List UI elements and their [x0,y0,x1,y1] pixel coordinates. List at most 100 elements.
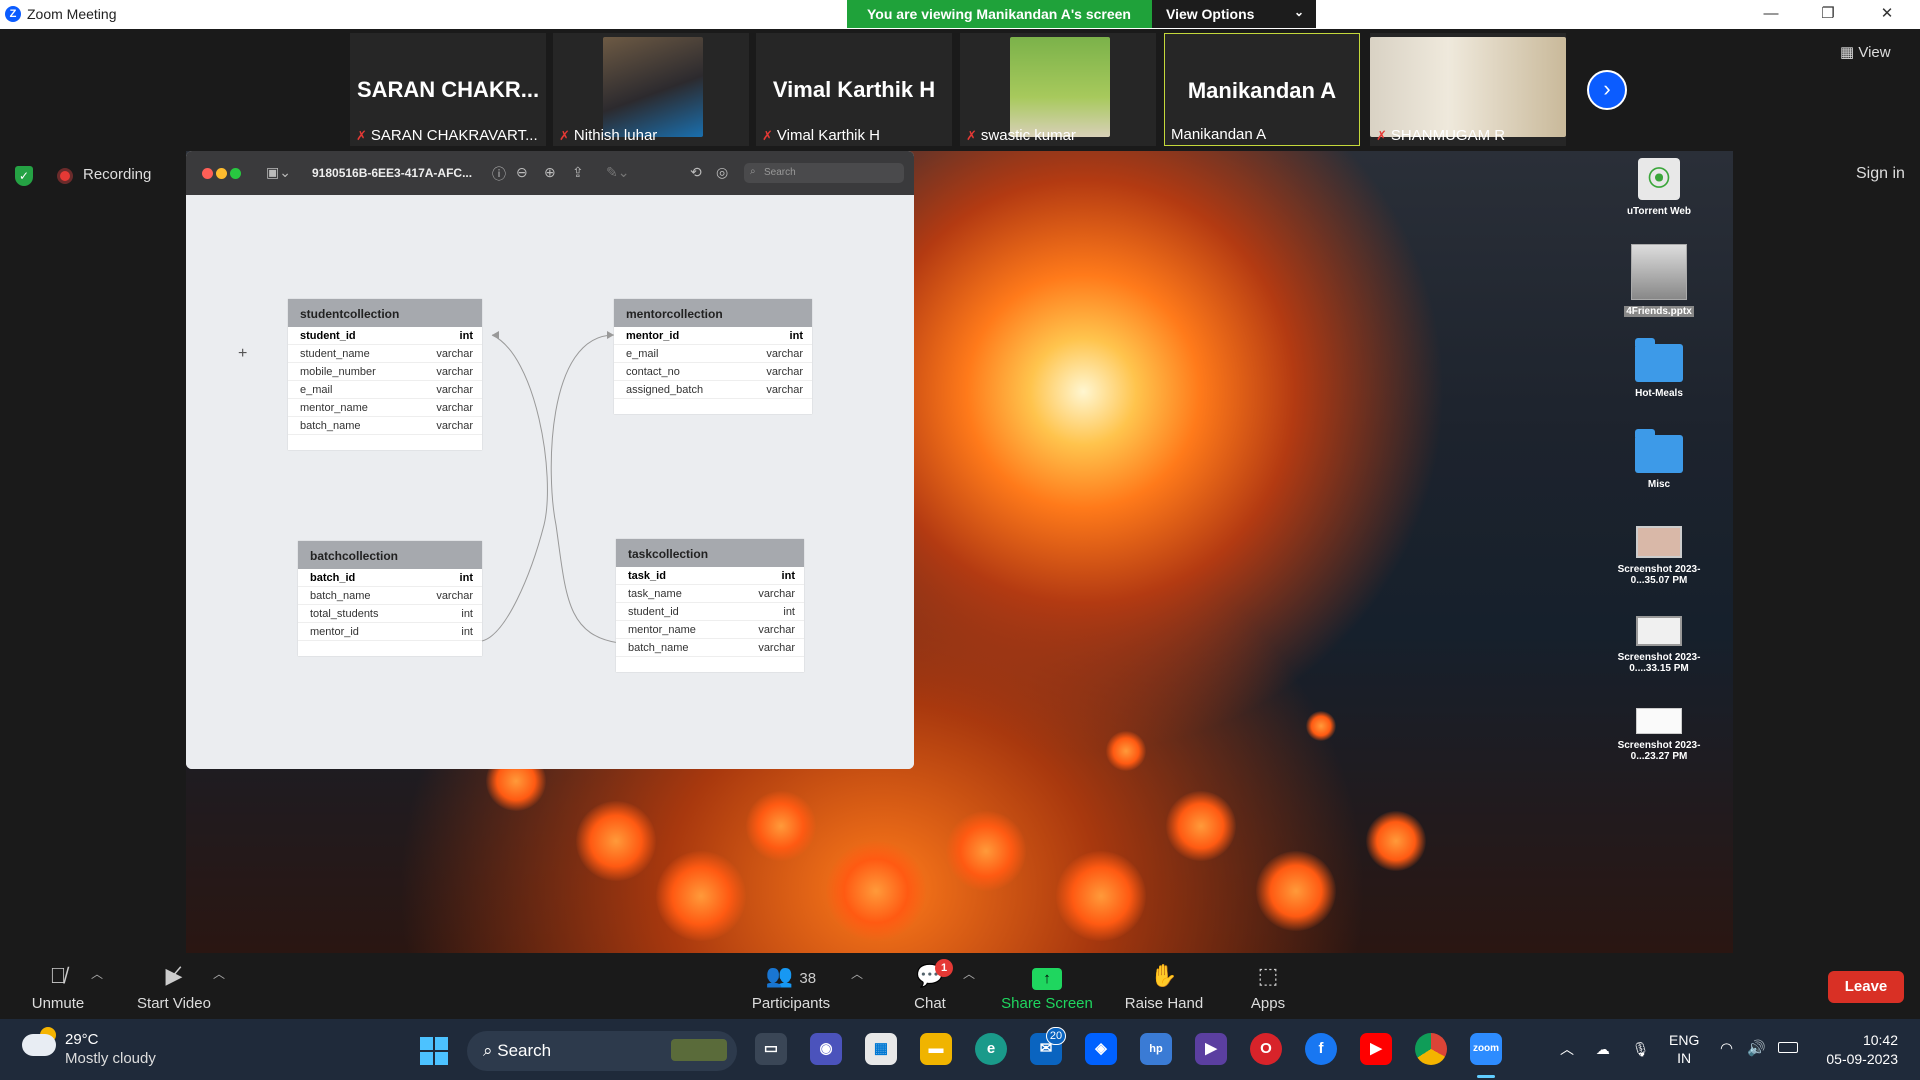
erd-row: batch_name varchar [298,587,482,605]
desktop-icon-screenshot[interactable]: Screenshot 2023-0...35.07 PM [1613,526,1705,586]
sign-in-link[interactable]: Sign in [1856,165,1905,183]
sidebar-toggle-icon[interactable]: ▣⌄ [266,164,291,181]
zoom-logo-icon: Z [5,6,21,22]
erd-type: varchar [436,384,473,396]
erd-table-title: studentcollection [288,299,482,327]
annotate-icon[interactable]: ◎ [716,164,728,181]
dropbox-icon[interactable]: ◈ [1085,1033,1117,1065]
close-dot-icon[interactable] [202,168,213,179]
minimize-dot-icon[interactable] [216,168,227,179]
desktop-icon-screenshot[interactable]: Screenshot 2023-0...23.27 PM [1613,708,1705,762]
share-icon[interactable]: ⇪ [572,164,584,181]
desktop-icon-utorrent[interactable]: ⦿ uTorrent Web [1613,158,1705,217]
restore-window-button[interactable]: ❐ [1808,3,1848,25]
participant-photo [1370,37,1566,137]
youtube-icon[interactable]: ▶ [1360,1033,1392,1065]
chevron-down-icon: ⌄ [1293,5,1304,19]
zoom-in-icon[interactable]: ⊕ [544,164,556,181]
microphone-icon[interactable]: 🎙 [1632,1041,1650,1057]
markup-pen-icon[interactable]: ✎⌄ [606,164,629,181]
microsoft-store-icon[interactable]: ▦ [865,1033,897,1065]
erd-table-mentorcollection[interactable]: mentorcollection mentor_id int e_mail varc… [614,299,812,414]
onedrive-cloud-icon[interactable]: ☁ [1596,1041,1610,1057]
rotate-icon[interactable]: ⟲ [690,164,702,181]
erd-row: task_name varchar [616,585,804,603]
start-video-button[interactable]: ▶̸ Start Video [134,963,214,1012]
zoom-dot-icon[interactable] [230,168,241,179]
minimize-window-button[interactable]: — [1751,3,1791,25]
battery-icon[interactable] [1778,1042,1798,1053]
erd-table-studentcollection[interactable]: studentcollection student_id int student_… [288,299,482,450]
erd-type: varchar [436,420,473,432]
audio-options-chevron-icon[interactable]: ︿ [91,965,103,982]
participant-tile[interactable]: ✗ Nithish luhar [553,33,749,146]
desktop-icon-screenshot[interactable]: Screenshot 2023-0....33.15 PM [1613,616,1705,674]
erd-row: student_id int [616,603,804,621]
erd-canvas: + studentcollection student_id int studen… [186,195,914,769]
participants-button[interactable]: 👥 38 Participants [748,963,834,1012]
view-button[interactable]: ▦ View [1840,43,1891,61]
taskbar-search[interactable]: ⌕ Search [467,1031,737,1071]
meeting-controls: 🎙̸ Unmute ︿ ▶̸ Start Video ︿ 👥 38 Partic… [0,953,1920,1019]
preview-search-input[interactable]: ⌕ Search [744,163,904,183]
erd-table-taskcollection[interactable]: taskcollection task_id int task_name varch… [616,539,804,672]
windows-start-icon[interactable] [420,1037,448,1065]
link-mentor-task [550,334,620,644]
participant-label: ✗ SHANMUGAM R [1376,127,1505,144]
view-label: View [1858,44,1891,61]
volume-icon[interactable]: 🔊 [1747,1039,1766,1057]
erd-table-batchcollection[interactable]: batchcollection batch_id int batch_name va… [298,541,482,656]
participant-name: swastic kumar [980,127,1076,144]
participants-chevron-icon[interactable]: ︿ [851,965,863,982]
facebook-icon[interactable]: f [1305,1033,1337,1065]
next-participants-arrow-icon[interactable]: › [1587,70,1627,110]
leave-button[interactable]: Leave [1828,971,1904,1003]
edge-browser-icon[interactable]: e [975,1033,1007,1065]
erd-type: varchar [758,642,795,654]
erd-field: mentor_id [626,330,680,342]
wifi-icon[interactable]: ◠ [1720,1039,1733,1057]
erd-table-title: mentorcollection [614,299,812,327]
bokeh-light [1106,731,1146,771]
erd-row: total_students int [298,605,482,623]
desktop-icon-folder[interactable]: Misc [1613,429,1705,490]
desktop-icon-pptx[interactable]: 4Friends.pptx [1613,244,1705,317]
participant-name: Nithish luhar [573,127,658,144]
participant-tile[interactable]: Vimal Karthik H ✗ Vimal Karthik H [756,33,952,146]
opera-icon[interactable]: O [1250,1033,1282,1065]
zoom-taskbar-icon[interactable]: zoom [1470,1033,1502,1065]
close-window-button[interactable]: ✕ [1867,3,1907,25]
video-options-chevron-icon[interactable]: ︿ [213,965,225,982]
teams-chat-icon[interactable]: ◉ [810,1033,842,1065]
show-hidden-icons-chevron-icon[interactable]: ︿ [1560,1041,1574,1057]
app-icon[interactable]: ▶ [1195,1033,1227,1065]
security-shield-icon[interactable]: ✓ [15,166,33,186]
unmute-button[interactable]: 🎙̸ Unmute [28,963,88,1012]
file-explorer-icon[interactable]: ▬ [920,1033,952,1065]
clock-date: 05-09-2023 [1826,1051,1898,1067]
view-options-button[interactable]: View Options ⌄ [1152,0,1316,28]
share-screen-button[interactable]: ↑ Share Screen [1000,963,1094,1012]
share-screen-label: Share Screen [1001,995,1093,1012]
participant-tile[interactable]: SARAN CHAKR... ✗ SARAN CHAKRAVART... [350,33,546,146]
participant-tile[interactable]: ✗ swastic kumar [960,33,1156,146]
desktop-icon-folder[interactable]: Hot-Meals [1613,338,1705,399]
myhp-icon[interactable]: hp [1140,1033,1172,1065]
system-clock[interactable]: 10:42 05-09-2023 [1818,1031,1898,1069]
task-view-icon[interactable]: ▭ [755,1033,787,1065]
info-icon[interactable]: ⓘ [492,164,506,184]
bokeh-light [746,791,816,861]
language-indicator[interactable]: ENG IN [1669,1031,1699,1067]
participant-name: Vimal Karthik H [776,127,880,144]
erd-field: student_name [300,348,370,360]
participant-tile-active[interactable]: Manikandan A Manikandan A [1164,33,1360,146]
erd-field: batch_name [300,420,361,432]
recording-label[interactable]: Recording [83,166,151,183]
apps-button[interactable]: ⬚ Apps [1248,963,1288,1012]
participant-tile[interactable]: ✗ SHANMUGAM R [1370,33,1566,146]
chat-chevron-icon[interactable]: ︿ [963,965,975,982]
raise-hand-button[interactable]: ✋ Raise Hand [1124,963,1204,1012]
chrome-icon[interactable] [1415,1033,1447,1065]
zoom-out-icon[interactable]: ⊖ [516,164,528,181]
start-video-label: Start Video [137,995,211,1012]
